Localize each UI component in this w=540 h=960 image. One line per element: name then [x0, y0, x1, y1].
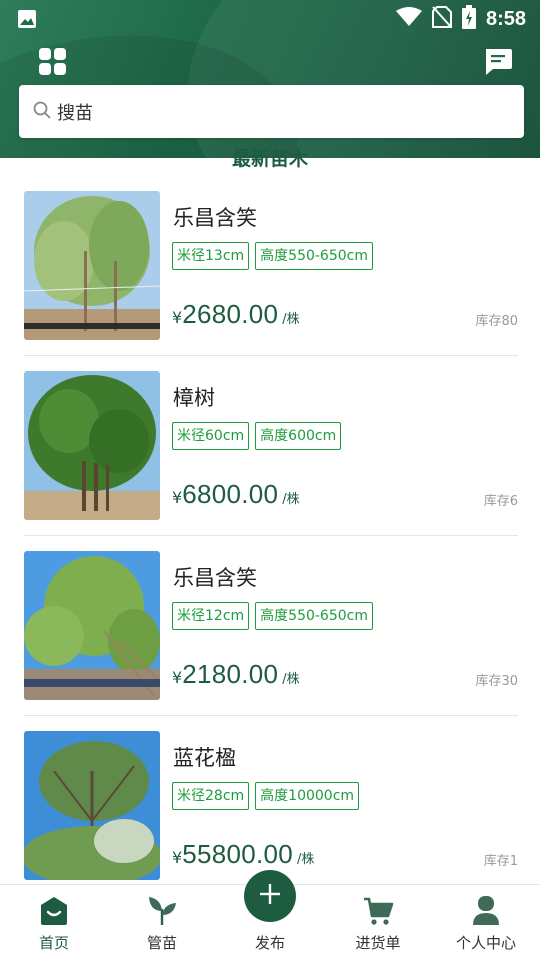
price-unit: /株 — [282, 492, 300, 507]
publish-button[interactable] — [244, 870, 296, 922]
gallery-notification-icon — [14, 6, 40, 32]
product-price: ¥55800.00/株 — [172, 839, 314, 870]
battery-charging-icon — [461, 5, 476, 33]
diameter-tag: 米径13cm — [172, 242, 250, 270]
product-price: ¥2180.00/株 — [172, 659, 300, 690]
nav-publish-label: 发布 — [254, 934, 285, 952]
height-tag: 高度550-650cm — [255, 602, 373, 630]
height-tag: 高度550-650cm — [255, 242, 373, 270]
person-icon — [470, 895, 502, 927]
nav-nursery[interactable]: 管苗 — [108, 885, 216, 960]
price-unit: /株 — [282, 672, 300, 687]
product-tags: 米径12cm 高度550-650cm — [172, 602, 373, 630]
currency-symbol: ¥ — [172, 488, 183, 507]
product-image — [24, 371, 160, 520]
wifi-icon — [395, 7, 422, 31]
price-value: 55800.00 — [182, 839, 294, 869]
search-icon — [33, 101, 51, 123]
cart-icon — [362, 895, 394, 927]
plus-icon — [258, 882, 282, 910]
product-name: 蓝花楹 — [173, 746, 236, 770]
nav-profile[interactable]: 个人中心 — [432, 885, 540, 960]
product-name: 乐昌含笑 — [173, 206, 257, 230]
diameter-tag: 米径12cm — [172, 602, 250, 630]
product-price: ¥6800.00/株 — [172, 479, 300, 510]
section-title-text: 最新苗木 — [231, 148, 308, 170]
nav-home-label: 首页 — [38, 934, 69, 952]
product-name: 乐昌含笑 — [173, 566, 257, 590]
currency-symbol: ¥ — [172, 308, 183, 327]
nav-home[interactable]: 首页 — [0, 885, 108, 960]
price-unit: /株 — [282, 312, 300, 327]
currency-symbol: ¥ — [172, 668, 183, 687]
product-list: 乐昌含笑 米径13cm 高度550-650cm ¥2680.00/株 库存80 … — [0, 176, 540, 896]
message-icon[interactable] — [483, 47, 513, 77]
price-value: 2180.00 — [182, 659, 279, 689]
currency-symbol: ¥ — [172, 848, 183, 867]
header: 8:58 搜苗 — [0, 0, 540, 158]
price-unit: /株 — [297, 852, 315, 867]
product-tags: 米径28cm 高度10000cm — [172, 782, 360, 810]
product-card[interactable]: 乐昌含笑 米径12cm 高度550-650cm ¥2180.00/株 库存30 — [0, 536, 540, 716]
product-image — [24, 731, 160, 880]
product-price: ¥2680.00/株 — [172, 299, 300, 330]
home-smile-icon — [38, 895, 70, 927]
product-image — [24, 551, 160, 700]
stock-count: 库存1 — [483, 854, 518, 869]
product-card[interactable]: 樟树 米径60cm 高度600cm ¥6800.00/株 库存6 — [0, 356, 540, 536]
categories-grid-icon[interactable] — [38, 48, 68, 76]
product-image — [24, 191, 160, 340]
status-time: 8:58 — [485, 7, 526, 30]
sprout-icon — [146, 895, 178, 927]
product-name: 樟树 — [173, 386, 215, 410]
stock-count: 库存6 — [483, 494, 518, 509]
section-title: 最新苗木 — [0, 140, 540, 172]
search-input[interactable]: 搜苗 — [19, 85, 524, 138]
diameter-tag: 米径60cm — [172, 422, 250, 450]
stock-count: 库存80 — [475, 314, 518, 329]
nav-profile-label: 个人中心 — [455, 934, 516, 952]
nav-orders[interactable]: 进货单 — [324, 885, 432, 960]
price-value: 6800.00 — [182, 479, 279, 509]
diameter-tag: 米径28cm — [172, 782, 250, 810]
status-bar: 8:58 — [0, 0, 540, 38]
height-tag: 高度600cm — [255, 422, 342, 450]
nav-orders-label: 进货单 — [355, 934, 401, 952]
product-card[interactable]: 蓝花楹 米径28cm 高度10000cm ¥55800.00/株 库存1 — [0, 716, 540, 896]
nav-nursery-label: 管苗 — [146, 934, 177, 952]
search-placeholder: 搜苗 — [57, 102, 93, 124]
product-tags: 米径60cm 高度600cm — [172, 422, 342, 450]
height-tag: 高度10000cm — [255, 782, 360, 810]
product-card[interactable]: 乐昌含笑 米径13cm 高度550-650cm ¥2680.00/株 库存80 — [0, 176, 540, 356]
no-sim-icon — [431, 6, 452, 32]
stock-count: 库存30 — [475, 674, 518, 689]
price-value: 2680.00 — [182, 299, 279, 329]
product-tags: 米径13cm 高度550-650cm — [172, 242, 373, 270]
